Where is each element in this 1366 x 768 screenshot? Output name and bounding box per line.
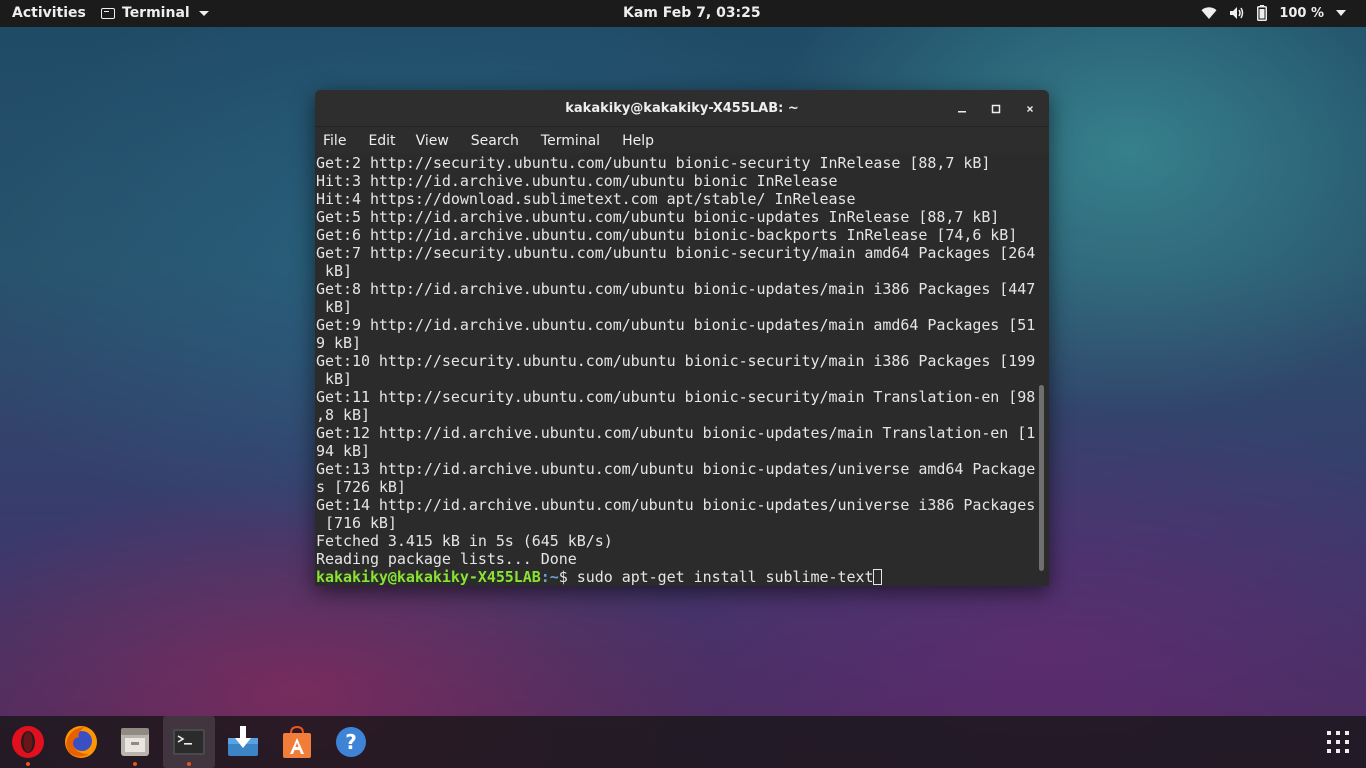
dock-item-terminal[interactable] [163,716,215,768]
terminal-line: Get:7 http://security.ubuntu.com/ubuntu … [316,244,1036,262]
terminal-line: Get:2 http://security.ubuntu.com/ubuntu … [316,154,991,172]
terminal-line: Hit:3 http://id.archive.ubuntu.com/ubunt… [316,172,838,190]
terminal-line: Hit:4 https://download.sublimetext.com a… [316,190,856,208]
window-title: kakakiky@kakakiky-X455LAB: ~ [565,101,799,116]
chevron-down-icon [1336,10,1346,16]
terminal-line: kB] [316,262,352,280]
show-applications-icon[interactable] [1326,730,1350,758]
volume-icon [1229,6,1245,20]
dock-item-software-center[interactable] [271,716,323,768]
dock-item-installer[interactable] [217,716,269,768]
menu-bar: File Edit View Search Terminal Help [315,127,1049,154]
app-menu[interactable]: Terminal [101,5,209,21]
prompt-symbol: $ [558,568,577,586]
running-indicator [133,762,137,766]
close-button[interactable] [1023,101,1037,115]
dock-item-opera[interactable] [2,716,54,768]
activities-button[interactable]: Activities [12,5,86,21]
terminal-line: kB] [316,298,352,316]
terminal-line: 9 kB] [316,334,361,352]
terminal-line: [716 kB] [316,514,397,532]
terminal-line: ,8 kB] [316,406,370,424]
terminal-line: Get:8 http://id.archive.ubuntu.com/ubunt… [316,280,1036,298]
prompt-path: :~ [540,568,559,586]
running-indicator [187,762,191,766]
software-center-icon [283,725,311,758]
terminal-icon [173,729,205,755]
terminal-line: Reading package lists... Done [316,550,577,568]
terminal-line: Fetched 3.415 kB in 5s (645 kB/s) [316,532,613,550]
minimize-button[interactable] [955,101,969,115]
terminal-icon [101,7,115,19]
title-bar[interactable]: kakakiky@kakakiky-X455LAB: ~ [315,90,1049,127]
dock: ? [0,716,1366,768]
text-cursor [873,569,883,585]
terminal-line: s [726 kB] [316,478,406,496]
installer-icon [228,726,258,756]
maximize-button[interactable] [989,101,1003,115]
menu-edit[interactable]: Edit [368,133,395,149]
terminal-line: Get:14 http://id.archive.ubuntu.com/ubun… [316,496,1036,514]
terminal-output[interactable]: Get:2 http://security.ubuntu.com/ubuntu … [315,153,1049,586]
help-icon: ? [336,727,366,757]
firefox-icon [65,726,97,758]
terminal-line: kB] [316,370,352,388]
menu-view[interactable]: View [416,133,449,149]
menu-help[interactable]: Help [622,133,654,149]
dock-item-files[interactable] [109,716,161,768]
terminal-line: Get:6 http://id.archive.ubuntu.com/ubunt… [316,226,1018,244]
terminal-line: Get:9 http://id.archive.ubuntu.com/ubunt… [316,316,1036,334]
terminal-window[interactable]: kakakiky@kakakiky-X455LAB: ~ File Edit V… [315,90,1049,586]
scrollbar[interactable] [1039,385,1044,571]
system-tray[interactable]: 100 % [1201,5,1346,21]
clock[interactable]: Kam Feb 7, 03:25 [623,5,761,21]
top-bar: Activities Terminal Kam Feb 7, 03:25 100… [0,0,1366,27]
terminal-line: Get:13 http://id.archive.ubuntu.com/ubun… [316,460,1036,478]
wifi-icon [1201,6,1217,20]
terminal-line: 94 kB] [316,442,370,460]
dock-item-help[interactable]: ? [325,716,377,768]
command-input[interactable]: sudo apt-get install sublime-text [577,568,874,586]
prompt-user: kakakiky@kakakiky-X455LAB [316,568,541,586]
chevron-down-icon [198,10,209,16]
battery-percentage: 100 % [1279,5,1324,21]
dock-item-firefox[interactable] [55,716,107,768]
opera-icon [12,726,44,758]
menu-search[interactable]: Search [471,133,519,149]
terminal-text: Get:2 http://security.ubuntu.com/ubuntu … [316,154,1035,586]
running-indicator [26,762,30,766]
terminal-line: Get:10 http://security.ubuntu.com/ubuntu… [316,352,1036,370]
terminal-line: Get:12 http://id.archive.ubuntu.com/ubun… [316,424,1036,442]
menu-terminal[interactable]: Terminal [541,133,600,149]
terminal-line: Get:5 http://id.archive.ubuntu.com/ubunt… [316,208,1000,226]
app-menu-label: Terminal [122,5,190,21]
menu-file[interactable]: File [323,133,346,149]
terminal-line: Get:11 http://security.ubuntu.com/ubuntu… [316,388,1036,406]
battery-icon [1257,5,1268,21]
files-icon [121,728,149,756]
svg-text:?: ? [345,730,357,754]
